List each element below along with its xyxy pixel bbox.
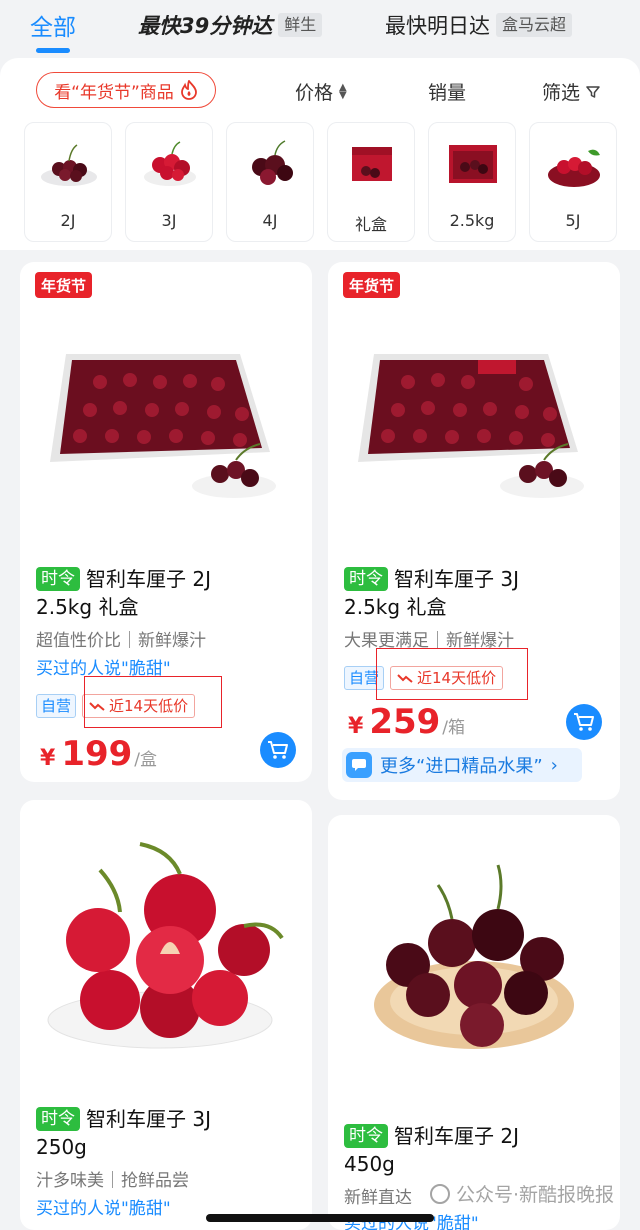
product-subtitle: 新鲜直达 [344, 1188, 412, 1208]
product-title-line1: 智利车厘子 2J [86, 567, 211, 591]
home-indicator[interactable] [206, 1214, 434, 1222]
product-title-line2: 2.5kg 礼盒 [344, 595, 447, 619]
festival-badge: 年货节 [35, 272, 93, 298]
price-value: 259 [369, 702, 441, 742]
category-label: 2.5kg [449, 211, 495, 230]
category-label: 5J [565, 211, 581, 230]
filter-button[interactable]: 筛选 [542, 78, 600, 105]
category-label: 2J [60, 211, 76, 230]
chevron-right-icon: › [550, 754, 558, 776]
sort-arrows-icon: ▲ ▼ [339, 81, 347, 101]
product-title: 时令 智利车厘子 2J [344, 1121, 519, 1151]
price-value: 199 [61, 734, 133, 774]
tab-fast-delivery[interactable]: 最快39分钟达 鲜生 [138, 10, 323, 40]
buyer-review: 买过的人说"脆甜" [36, 1199, 171, 1219]
cherry-bowl-icon [144, 141, 196, 186]
festival-goods-filter-button[interactable]: 看“年货节”商品 [36, 72, 216, 108]
cherry-plate-icon [41, 144, 97, 186]
gift-box-icon [352, 147, 392, 181]
tab-all[interactable]: 全部 [30, 10, 76, 41]
price-symbol: ¥ [348, 714, 364, 739]
watermark-text: 公众号·新酷报晚报 [456, 1184, 615, 1206]
festival-badge: 年货节 [343, 272, 401, 298]
watermark: 公众号·新酷报晚报 [430, 1180, 614, 1207]
highlight-box [84, 676, 222, 728]
tab-next-day-label: 最快明日达 [385, 14, 490, 38]
price: ¥199/盒 [40, 734, 157, 774]
product-card[interactable]: 时令 智利车厘子 3J 250g 汁多味美｜抢鲜品尝 买过的人说"脆甜" [20, 800, 312, 1230]
red-cherry-bowl-image [47, 842, 284, 1049]
sort-price-label: 价格 [295, 82, 334, 104]
price-symbol: ¥ [40, 746, 56, 771]
product-title-line2: 450g [344, 1152, 395, 1176]
tab-all-underline [36, 48, 70, 53]
product-title-line1: 智利车厘子 3J [394, 567, 519, 591]
product-subtitle: 超值性价比｜新鲜爆汁 [36, 631, 206, 651]
cherry-gift-box-image [50, 354, 276, 498]
seasonal-tag: 时令 [36, 567, 80, 591]
category-4j[interactable]: 4J [226, 122, 314, 242]
seasonal-tag: 时令 [36, 1107, 80, 1131]
tab-next-day-tag: 盒马云超 [496, 13, 573, 37]
cherry-leaf-icon [548, 149, 600, 187]
sort-sales-label: 销量 [428, 82, 467, 104]
category-2j[interactable]: 2J [24, 122, 112, 242]
wechat-logo-icon [430, 1183, 450, 1204]
highlight-box [376, 648, 528, 700]
category-label: 4J [262, 211, 278, 230]
cherry-cluster-icon [252, 140, 293, 185]
seasonal-tag: 时令 [344, 1124, 388, 1148]
tab-fast-tag: 鲜生 [278, 13, 323, 37]
product-title: 时令 智利车厘子 2J [36, 564, 211, 594]
category-3j[interactable]: 3J [125, 122, 213, 242]
category-gift-box[interactable]: 礼盒 [327, 122, 415, 242]
product-title-line1: 智利车厘子 3J [86, 1107, 211, 1131]
sort-price-button[interactable]: 价格 ▲ ▼ [295, 78, 347, 105]
fire-icon [180, 80, 197, 100]
top-tab-bar: 全部 最快39分钟达 鲜生 最快明日达 盒马云超 [0, 0, 640, 58]
chat-bubble-icon [346, 752, 372, 778]
category-label: 3J [161, 211, 177, 230]
tab-next-day[interactable]: 最快明日达 盒马云超 [385, 10, 573, 40]
seasonal-tag: 时令 [344, 567, 388, 591]
product-title-line2: 250g [36, 1135, 87, 1159]
category-2-5kg[interactable]: 2.5kg [428, 122, 516, 242]
funnel-icon [586, 85, 600, 98]
price-unit: /箱 [442, 718, 466, 738]
product-title: 时令 智利车厘子 3J [344, 564, 519, 594]
product-card[interactable]: 年货节 时令 智利车厘子 3J 2.5kg 礼盒 大果更满足｜新鲜爆汁 自营 近1… [328, 262, 620, 800]
add-to-cart-button[interactable] [260, 732, 296, 768]
dark-cherry-plate-image [374, 864, 574, 1049]
category-5j[interactable]: 5J [529, 122, 617, 242]
price: ¥259/箱 [348, 702, 465, 742]
product-title: 时令 智利车厘子 3J [36, 1104, 211, 1134]
more-fruit-label: 更多“进口精品水果” [380, 756, 543, 777]
product-title-line1: 智利车厘子 2J [394, 1124, 519, 1148]
cart-icon [268, 741, 288, 759]
category-row: 2J 3J 4J 礼盒 2.5kg 5J [24, 122, 640, 242]
product-subtitle: 汁多味美｜抢鲜品尝 [36, 1171, 189, 1191]
more-imported-fruit-link[interactable]: 更多“进口精品水果” › [342, 748, 582, 782]
filter-label: 筛选 [542, 82, 581, 104]
cherry-gift-box-image [358, 354, 584, 498]
self-operated-tag: 自营 [36, 694, 77, 718]
add-to-cart-button[interactable] [566, 704, 602, 740]
sort-sales-button[interactable]: 销量 [428, 78, 466, 105]
filter-panel: 看“年货节”商品 价格 ▲ ▼ 销量 筛选 2J 3J 4J 礼盒 2.5kg … [0, 58, 640, 250]
product-card[interactable]: 时令 智利车厘子 2J 450g 新鲜直达 买过的人说"脆甜" [328, 815, 620, 1230]
price-unit: /盒 [134, 750, 158, 770]
category-label: 礼盒 [354, 215, 387, 234]
festival-goods-label: 看“年货节”商品 [54, 82, 174, 103]
tab-fast-label: 最快39分钟达 [138, 14, 273, 38]
cart-icon [574, 713, 594, 731]
product-card[interactable]: 年货节 时令 智利车厘子 2J 2.5kg 礼盒 超值性价比｜新鲜爆汁 买过的人说… [20, 262, 312, 782]
product-title-line2: 2.5kg 礼盒 [36, 595, 139, 619]
cherry-box-icon [449, 145, 497, 183]
